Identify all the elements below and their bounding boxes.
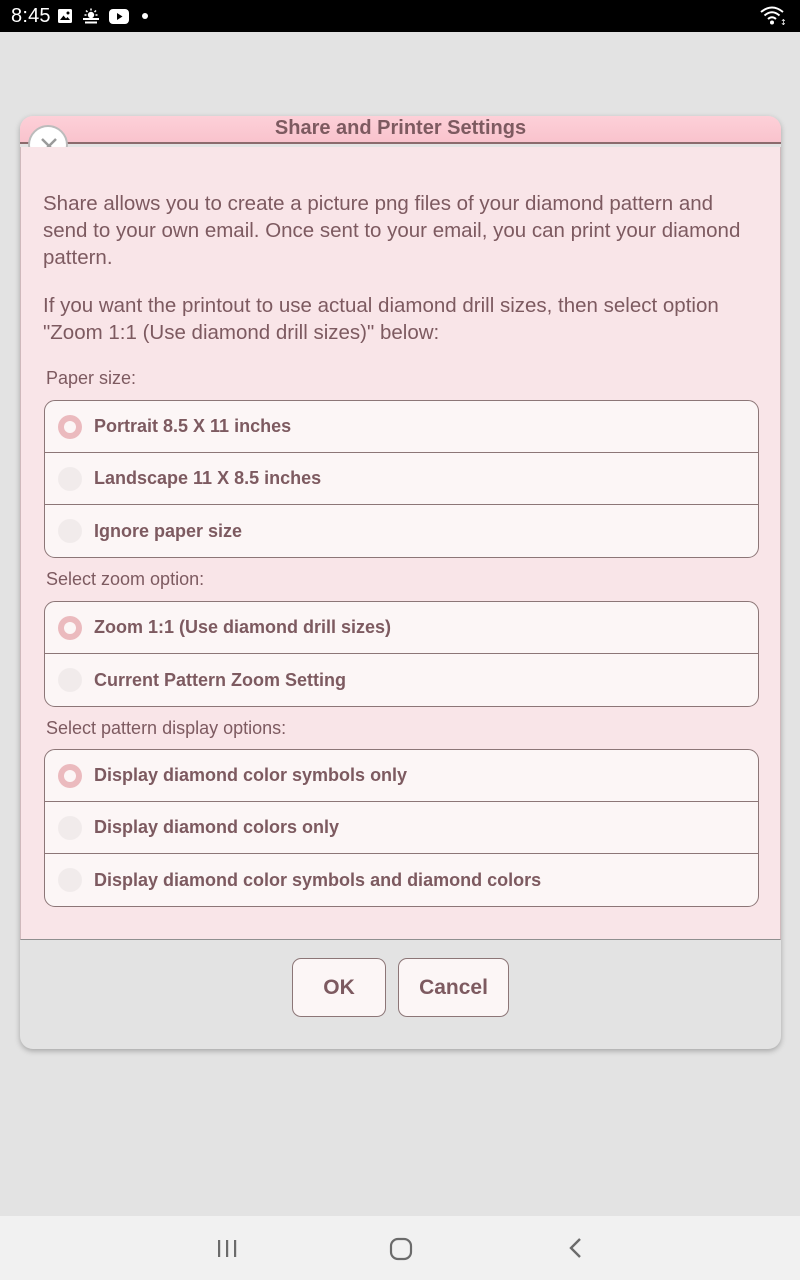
radio-button[interactable] [58, 668, 82, 692]
zoom-option-group: Zoom 1:1 (Use diamond drill sizes) Curre… [44, 601, 759, 707]
recent-apps-icon[interactable] [215, 1236, 239, 1260]
navigation-bar [0, 1216, 800, 1280]
back-icon[interactable] [565, 1236, 589, 1260]
radio-button-selected[interactable] [58, 414, 82, 439]
dialog-body: Share allows you to create a picture png… [20, 147, 781, 940]
radio-button-selected[interactable] [58, 763, 82, 788]
option-label: Zoom 1:1 (Use diamond drill sizes) [94, 617, 392, 637]
radio-button[interactable] [58, 519, 82, 543]
display-option-group: Display diamond color symbols only Displ… [44, 749, 759, 907]
home-icon[interactable] [388, 1236, 414, 1262]
zoom-hint-paragraph: If you want the printout to use actual d… [43, 294, 719, 344]
radio-button[interactable] [58, 466, 82, 491]
paper-size-label: Paper size: [46, 368, 137, 388]
share-printer-settings-dialog: Share and Printer Settings Share allows … [20, 116, 781, 1049]
radio-button-selected[interactable] [58, 615, 82, 640]
option-label: Portrait 8.5 X 11 inches [94, 416, 292, 436]
option-label: Current Pattern Zoom Setting [94, 669, 347, 690]
dialog-title: Share and Printer Settings [274, 117, 527, 139]
status-bar: 8:45 ↕ [0, 0, 800, 32]
youtube-icon [109, 8, 129, 24]
svg-text:↕: ↕ [780, 18, 787, 26]
option-label: Display diamond color symbols and diamon… [94, 869, 542, 890]
cancel-button[interactable]: Cancel [398, 958, 509, 1017]
option-label: Display diamond colors only [94, 817, 340, 837]
display-option-symbols-only[interactable]: Display diamond color symbols only [45, 750, 758, 802]
zoom-option-label: Select zoom option: [46, 569, 205, 589]
radio-button[interactable] [58, 868, 82, 892]
radio-button[interactable] [58, 815, 82, 840]
zoom-option-current[interactable]: Current Pattern Zoom Setting [45, 654, 758, 706]
display-option-colors-only[interactable]: Display diamond colors only [45, 802, 758, 854]
paper-size-option-ignore[interactable]: Ignore paper size [45, 505, 758, 557]
intro-paragraph: Share allows you to create a picture png… [43, 192, 741, 269]
paper-size-option-landscape[interactable]: Landscape 11 X 8.5 inches [45, 453, 758, 505]
zoom-option-1-to-1[interactable]: Zoom 1:1 (Use diamond drill sizes) [45, 602, 758, 654]
paper-size-option-portrait[interactable]: Portrait 8.5 X 11 inches [45, 401, 758, 453]
wifi-icon: ↕ [760, 6, 787, 26]
weather-icon [83, 8, 99, 24]
display-option-symbols-and-colors[interactable]: Display diamond color symbols and diamon… [45, 854, 758, 906]
option-label: Landscape 11 X 8.5 inches [94, 468, 322, 488]
notification-dot [142, 13, 148, 19]
option-label: Display diamond color symbols only [94, 765, 408, 785]
option-label: Ignore paper size [94, 520, 243, 541]
display-option-label: Select pattern display options: [46, 718, 287, 738]
status-time: 8:45 [11, 5, 51, 27]
dialog-title-bar: Share and Printer Settings [20, 116, 781, 165]
image-icon [58, 9, 72, 23]
status-icons [57, 7, 148, 25]
paper-size-group: Portrait 8.5 X 11 inches Landscape 11 X … [44, 400, 759, 558]
ok-button[interactable]: OK [292, 958, 386, 1017]
